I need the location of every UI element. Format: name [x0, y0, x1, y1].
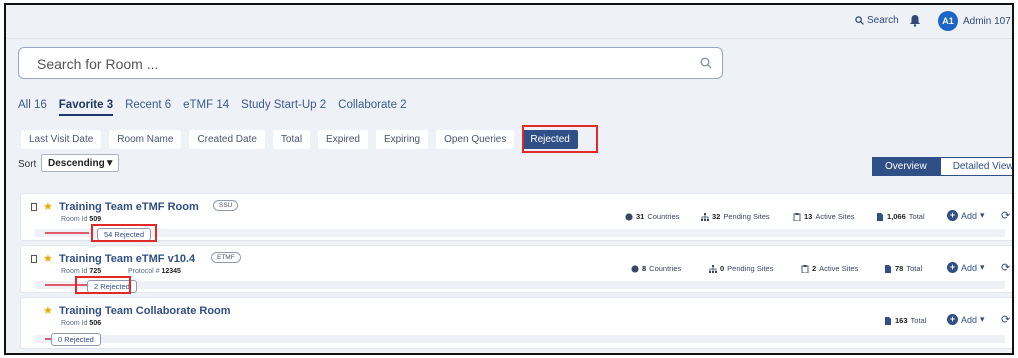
- room-tabs: All 16 Favorite 3 Recent 6 eTMF 14 Study…: [18, 99, 419, 116]
- refresh-icon[interactable]: ⟳: [1001, 261, 1010, 274]
- sort-filters: Last Visit Date Room Name Created Date T…: [21, 130, 586, 149]
- countries-stat: 8 Countries: [631, 264, 681, 273]
- caret-down-icon: ▼: [104, 157, 115, 169]
- active-sites-stat: 13 Active Sites: [793, 212, 855, 221]
- filter-room-name[interactable]: Room Name: [109, 130, 182, 149]
- document-icon: [885, 264, 891, 273]
- total-stat: 163 Total: [884, 316, 926, 325]
- top-search-button[interactable]: Search: [855, 15, 899, 26]
- tab-all[interactable]: All 16: [18, 99, 47, 116]
- refresh-icon[interactable]: ⟳: [1001, 209, 1010, 222]
- caret-down-icon: ▾: [980, 210, 985, 220]
- content-area: All 16 Favorite 3 Recent 6 eTMF 14 Study…: [6, 39, 1012, 189]
- filter-expired[interactable]: Expired: [318, 130, 368, 149]
- user-menu[interactable]: Admin 107 ▾: [963, 16, 1012, 27]
- tab-recent[interactable]: Recent 6: [125, 99, 171, 116]
- globe-icon: [625, 212, 633, 221]
- plus-circle-icon: +: [947, 210, 958, 221]
- caret-down-icon: ▾: [980, 314, 985, 324]
- room-type-badge: SSU: [213, 200, 239, 211]
- room-id: Room Id 506: [61, 320, 102, 327]
- add-button[interactable]: + Add ▾: [947, 262, 985, 273]
- star-icon[interactable]: ★: [43, 252, 53, 265]
- plus-circle-icon: +: [947, 262, 958, 273]
- room-id: Room Id 725: [61, 268, 102, 275]
- filter-expiring[interactable]: Expiring: [375, 130, 429, 149]
- room-type-badge: ETMF: [211, 252, 241, 263]
- app-frame: Search A1 Admin 107 ▾ All 16 Favorite 3 …: [4, 3, 1014, 355]
- sort-order-select[interactable]: Descending ▼: [41, 154, 119, 172]
- countries-stat: 31 Countries: [625, 212, 679, 221]
- add-button[interactable]: + Add ▾: [947, 314, 985, 325]
- tab-study-start-up[interactable]: Study Start-Up 2: [241, 99, 326, 116]
- room-title[interactable]: Training Team eTMF Room: [59, 201, 199, 213]
- clipboard-icon: [801, 264, 809, 273]
- refresh-icon[interactable]: ⟳: [1001, 313, 1010, 326]
- add-button[interactable]: + Add ▾: [947, 210, 985, 221]
- star-icon[interactable]: ★: [43, 200, 53, 213]
- filter-last-visit-date[interactable]: Last Visit Date: [21, 130, 102, 149]
- room-id: Room Id 509: [61, 216, 102, 223]
- filter-created-date[interactable]: Created Date: [189, 130, 265, 149]
- top-bar: Search A1 Admin 107 ▾: [6, 5, 1012, 39]
- caret-down-icon: ▾: [980, 262, 985, 272]
- rejected-count[interactable]: 0 Rejected: [51, 333, 101, 346]
- tab-collaborate[interactable]: Collaborate 2: [338, 99, 406, 116]
- filter-total[interactable]: Total: [272, 130, 311, 149]
- document-icon: [877, 212, 883, 221]
- search-icon[interactable]: [700, 57, 712, 69]
- top-search-label: Search: [867, 15, 899, 26]
- progress-track: [35, 281, 1005, 289]
- progress-track: [35, 229, 1005, 237]
- overview-button[interactable]: Overview: [872, 157, 940, 176]
- filter-open-queries[interactable]: Open Queries: [436, 130, 515, 149]
- row-checkbox[interactable]: [31, 203, 37, 211]
- tab-favorite[interactable]: Favorite 3: [58, 99, 114, 116]
- view-toggle: Overview Detailed View: [872, 157, 1012, 176]
- rejected-highlight-box: [522, 125, 598, 153]
- sitemap-icon: [701, 212, 709, 221]
- room-list: ★ Training Team eTMF Room SSU Room Id 50…: [6, 189, 1012, 353]
- rejected-bar: [45, 232, 89, 234]
- search-icon: [855, 16, 864, 25]
- progress-track: [35, 335, 1005, 343]
- clipboard-icon: [793, 212, 801, 221]
- detailed-view-button[interactable]: Detailed View: [939, 157, 1012, 176]
- avatar[interactable]: A1: [938, 11, 958, 31]
- sort-label: Sort: [18, 159, 37, 170]
- room-title[interactable]: Training Team Collaborate Room: [59, 305, 231, 317]
- row-checkbox[interactable]: [31, 255, 37, 263]
- room-row[interactable]: ★ Training Team eTMF Room SSU Room Id 50…: [20, 193, 1012, 242]
- room-row[interactable]: ★ Training Team eTMF v10.4 ETMF Room Id …: [20, 245, 1012, 294]
- room-search-input[interactable]: [37, 54, 677, 74]
- pending-sites-stat: 32 Pending Sites: [701, 212, 770, 221]
- total-stat: 78 Total: [884, 264, 922, 273]
- active-sites-stat: 2 Active Sites: [801, 264, 858, 273]
- pending-sites-stat: 0 Pending Sites: [709, 264, 773, 273]
- total-stat: 1,066 Total: [876, 212, 925, 221]
- star-icon[interactable]: ★: [43, 304, 53, 317]
- protocol-number: Protocol # 12345: [128, 268, 181, 275]
- sort-order-value: Descending: [48, 157, 105, 169]
- globe-icon: [631, 264, 639, 273]
- room-search-box: [18, 47, 723, 79]
- document-icon: [885, 316, 891, 325]
- rejected-highlight-box: [75, 276, 131, 294]
- plus-circle-icon: +: [947, 314, 958, 325]
- sitemap-icon: [709, 264, 717, 273]
- tab-etmf[interactable]: eTMF 14: [183, 99, 229, 116]
- room-row[interactable]: ★ Training Team Collaborate Room Room Id…: [20, 297, 1012, 349]
- rejected-highlight-box: [91, 224, 157, 242]
- room-title[interactable]: Training Team eTMF v10.4: [59, 253, 195, 265]
- bell-icon[interactable]: [909, 14, 921, 27]
